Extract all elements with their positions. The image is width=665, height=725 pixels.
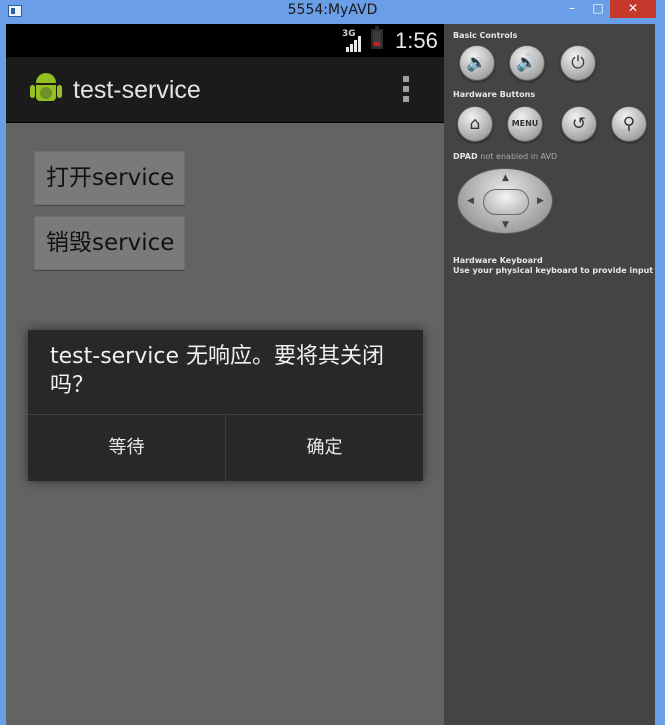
home-icon[interactable]: ⌂ [457,106,493,142]
window-frame-right [655,24,665,725]
dpad-control[interactable]: ▲ ▼ ◀ ▶ [457,168,553,234]
signal-strength-icon [346,36,362,52]
dpad-title: DPAD [453,152,478,161]
dpad-note: not enabled in AVD [480,152,558,161]
power-icon[interactable]: ⏻ [560,45,596,81]
ok-button[interactable]: 确定 [226,415,423,481]
dpad-down-icon[interactable]: ▼ [502,221,509,230]
minimize-button[interactable]: – [560,0,584,18]
hardware-keyboard-label: Hardware Keyboard [453,256,543,265]
search-icon[interactable]: ⚲ [611,106,647,142]
anr-dialog: test-service 无响应。要将其关闭吗？ 等待 确定 [28,330,423,481]
emulator-controls-panel: Basic Controls 🔉 🔊 ⏻ Hardware Buttons ⌂ … [444,24,655,725]
maximize-button[interactable]: □ [588,0,608,18]
dpad-label: DPAD not enabled in AVD [453,152,557,162]
battery-icon [371,26,383,49]
app-title: test-service [73,76,201,104]
basic-controls-label: Basic Controls [453,31,518,40]
destroy-service-button[interactable]: 销毁service [34,216,185,270]
dpad-center-button[interactable] [483,189,529,215]
status-clock: 1:56 [395,28,438,53]
status-bar: 3G 1:56 [6,24,444,57]
close-button[interactable]: ✕ [610,0,656,18]
android-app-icon [30,73,62,109]
dpad-left-icon[interactable]: ◀ [467,197,474,206]
hardware-keyboard-hint: Use your physical keyboard to provide in… [453,266,654,275]
dpad-right-icon[interactable]: ▶ [537,197,544,206]
hardware-buttons-label: Hardware Buttons [453,90,536,99]
open-service-button[interactable]: 打开service [34,151,185,205]
keyboard-hint: Hardware Keyboard Use your physical keyb… [453,256,653,276]
action-bar: test-service [6,57,444,123]
dialog-message: test-service 无响应。要将其关闭吗？ [50,344,384,398]
dpad-up-icon[interactable]: ▲ [502,174,509,183]
volume-up-icon[interactable]: 🔊 [509,45,545,81]
window-titlebar: 5554:MyAVD – □ ✕ [0,0,665,24]
volume-down-icon[interactable]: 🔉 [459,45,495,81]
overflow-menu-icon[interactable] [401,76,411,104]
back-icon[interactable]: ↺ [561,106,597,142]
menu-button[interactable]: MENU [507,106,543,142]
wait-button[interactable]: 等待 [28,415,225,481]
device-screen: 3G 1:56 test-service 打开service 销毁service… [6,24,444,725]
